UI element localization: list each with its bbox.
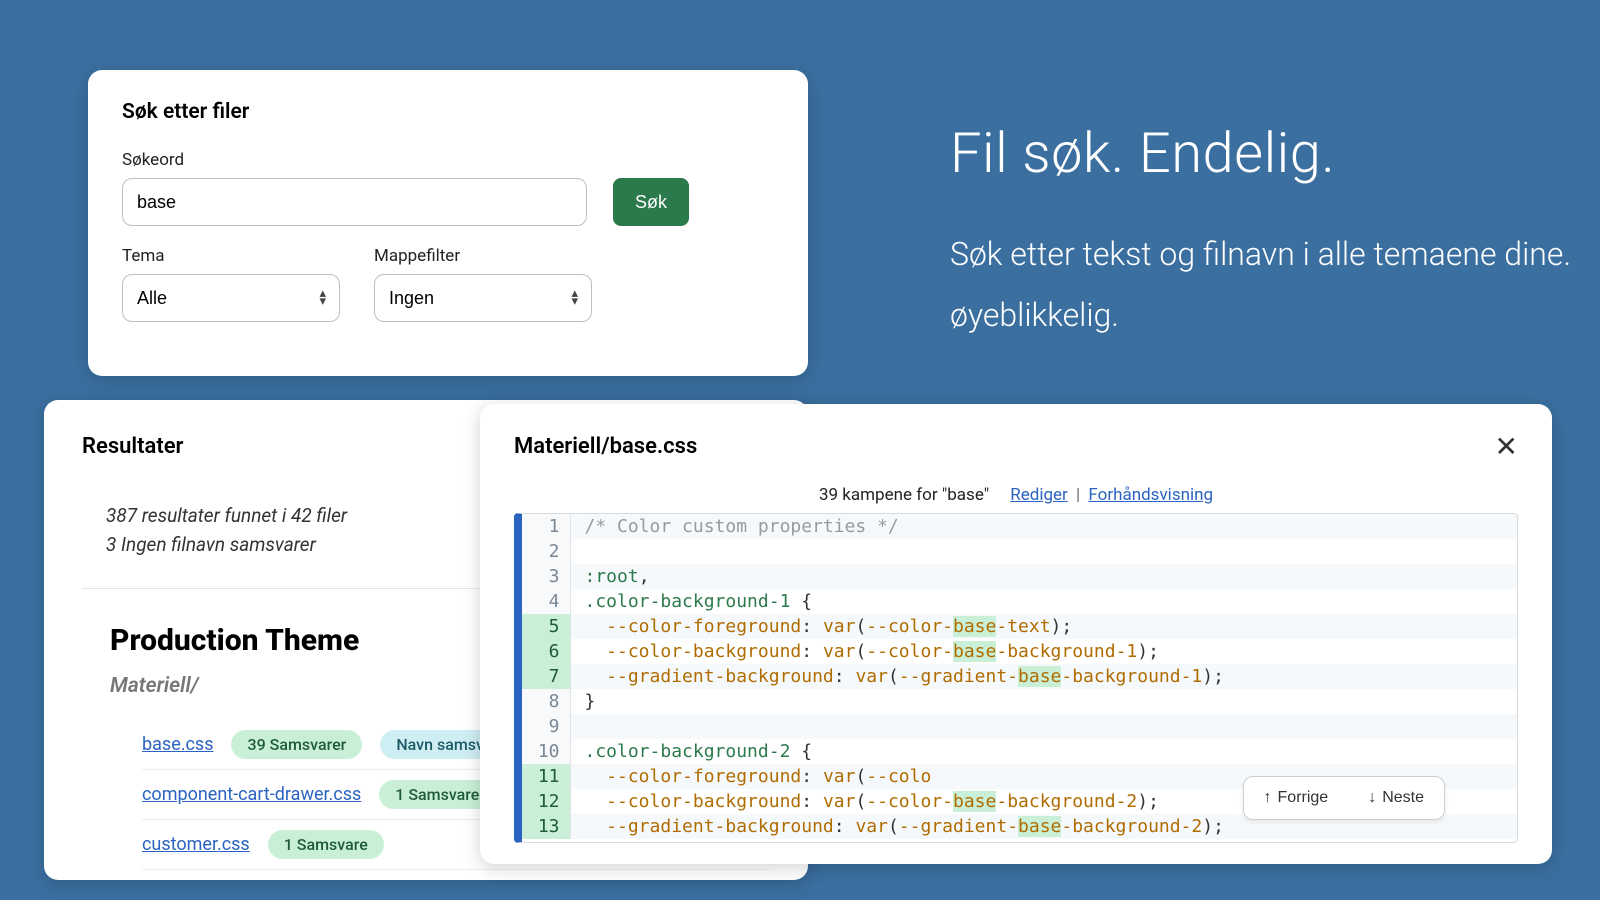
- search-card: Søk etter filer Søkeord Søk Tema ▴▾ Mapp…: [88, 70, 808, 376]
- code-content: [570, 539, 1517, 564]
- next-match-button[interactable]: ↓Neste: [1348, 777, 1444, 819]
- preview-link[interactable]: Forhåndsvisning: [1088, 485, 1213, 505]
- match-nav: ↑Forrige ↓Neste: [1243, 776, 1445, 820]
- code-content: --color-foreground: var(--color-base-tex…: [570, 614, 1517, 639]
- code-line: 6 --color-background: var(--color-base-b…: [522, 639, 1517, 664]
- hero-title: Fil søk. Endelig.: [950, 120, 1600, 186]
- close-button[interactable]: ✕: [1495, 430, 1518, 463]
- theme-select[interactable]: [122, 274, 340, 322]
- file-link[interactable]: component-cart-drawer.css: [142, 784, 361, 805]
- code-line: 10.color-background-2 {: [522, 739, 1517, 764]
- preview-file-title: Materiell/base.css: [514, 434, 697, 459]
- line-number: 5: [522, 614, 570, 639]
- match-count-badge: 1 Samsvare: [379, 780, 495, 809]
- code-line: 5 --color-foreground: var(--color-base-t…: [522, 614, 1517, 639]
- arrow-down-icon: ↓: [1368, 789, 1376, 806]
- match-count-badge: 1 Samsvare: [268, 830, 384, 859]
- code-content: }: [570, 689, 1517, 714]
- code-line: 8}: [522, 689, 1517, 714]
- code-line: 7 --gradient-background: var(--gradient-…: [522, 664, 1517, 689]
- code-content: .color-background-2 {: [570, 739, 1517, 764]
- code-content: /* Color custom properties */: [570, 514, 1517, 539]
- line-number: 9: [522, 714, 570, 739]
- prev-match-button[interactable]: ↑Forrige: [1244, 777, 1349, 819]
- code-content: [570, 714, 1517, 739]
- code-viewer[interactable]: 1/* Color custom properties */23:root,4.…: [514, 513, 1518, 843]
- matches-count-text: 39 kampene for "base": [819, 485, 989, 505]
- code-content: .color-background-1 {: [570, 589, 1517, 614]
- code-line: 9: [522, 714, 1517, 739]
- hero: Fil søk. Endelig. Søk etter tekst og fil…: [950, 120, 1600, 346]
- close-icon: ✕: [1495, 431, 1518, 462]
- match-count-badge: 39 Samsvarer: [231, 730, 362, 759]
- line-number: 8: [522, 689, 570, 714]
- file-link[interactable]: base.css: [142, 734, 213, 755]
- line-number: 3: [522, 564, 570, 589]
- file-link[interactable]: customer.css: [142, 834, 250, 855]
- line-number: 4: [522, 589, 570, 614]
- folder-filter-label: Mappefilter: [374, 246, 592, 266]
- folder-filter-select[interactable]: [374, 274, 592, 322]
- code-content: :root,: [570, 564, 1517, 589]
- line-number: 12: [522, 789, 570, 814]
- arrow-up-icon: ↑: [1264, 789, 1272, 806]
- line-number: 11: [522, 764, 570, 789]
- keyword-label: Søkeord: [122, 150, 587, 170]
- line-number: 2: [522, 539, 570, 564]
- hero-subtitle: Søk etter tekst og filnavn i alle temaen…: [950, 224, 1600, 346]
- file-preview-card: Materiell/base.css ✕ 39 kampene for "bas…: [480, 404, 1552, 864]
- preview-meta: 39 kampene for "base" Rediger | Forhånds…: [514, 485, 1518, 505]
- keyword-input[interactable]: [122, 178, 587, 226]
- theme-label: Tema: [122, 246, 340, 266]
- code-line: 1/* Color custom properties */: [522, 514, 1517, 539]
- code-line: 3:root,: [522, 564, 1517, 589]
- line-number: 1: [522, 514, 570, 539]
- line-number: 7: [522, 664, 570, 689]
- code-line: 2: [522, 539, 1517, 564]
- code-content: --gradient-background: var(--gradient-ba…: [570, 664, 1517, 689]
- line-number: 13: [522, 814, 570, 839]
- edit-link[interactable]: Rediger: [1010, 485, 1068, 505]
- line-number: 10: [522, 739, 570, 764]
- separator: |: [1076, 485, 1080, 505]
- code-content: --color-background: var(--color-base-bac…: [570, 639, 1517, 664]
- code-line: 4.color-background-1 {: [522, 589, 1517, 614]
- search-heading: Søk etter filer: [122, 100, 774, 124]
- line-number: 6: [522, 639, 570, 664]
- search-button[interactable]: Søk: [613, 178, 689, 226]
